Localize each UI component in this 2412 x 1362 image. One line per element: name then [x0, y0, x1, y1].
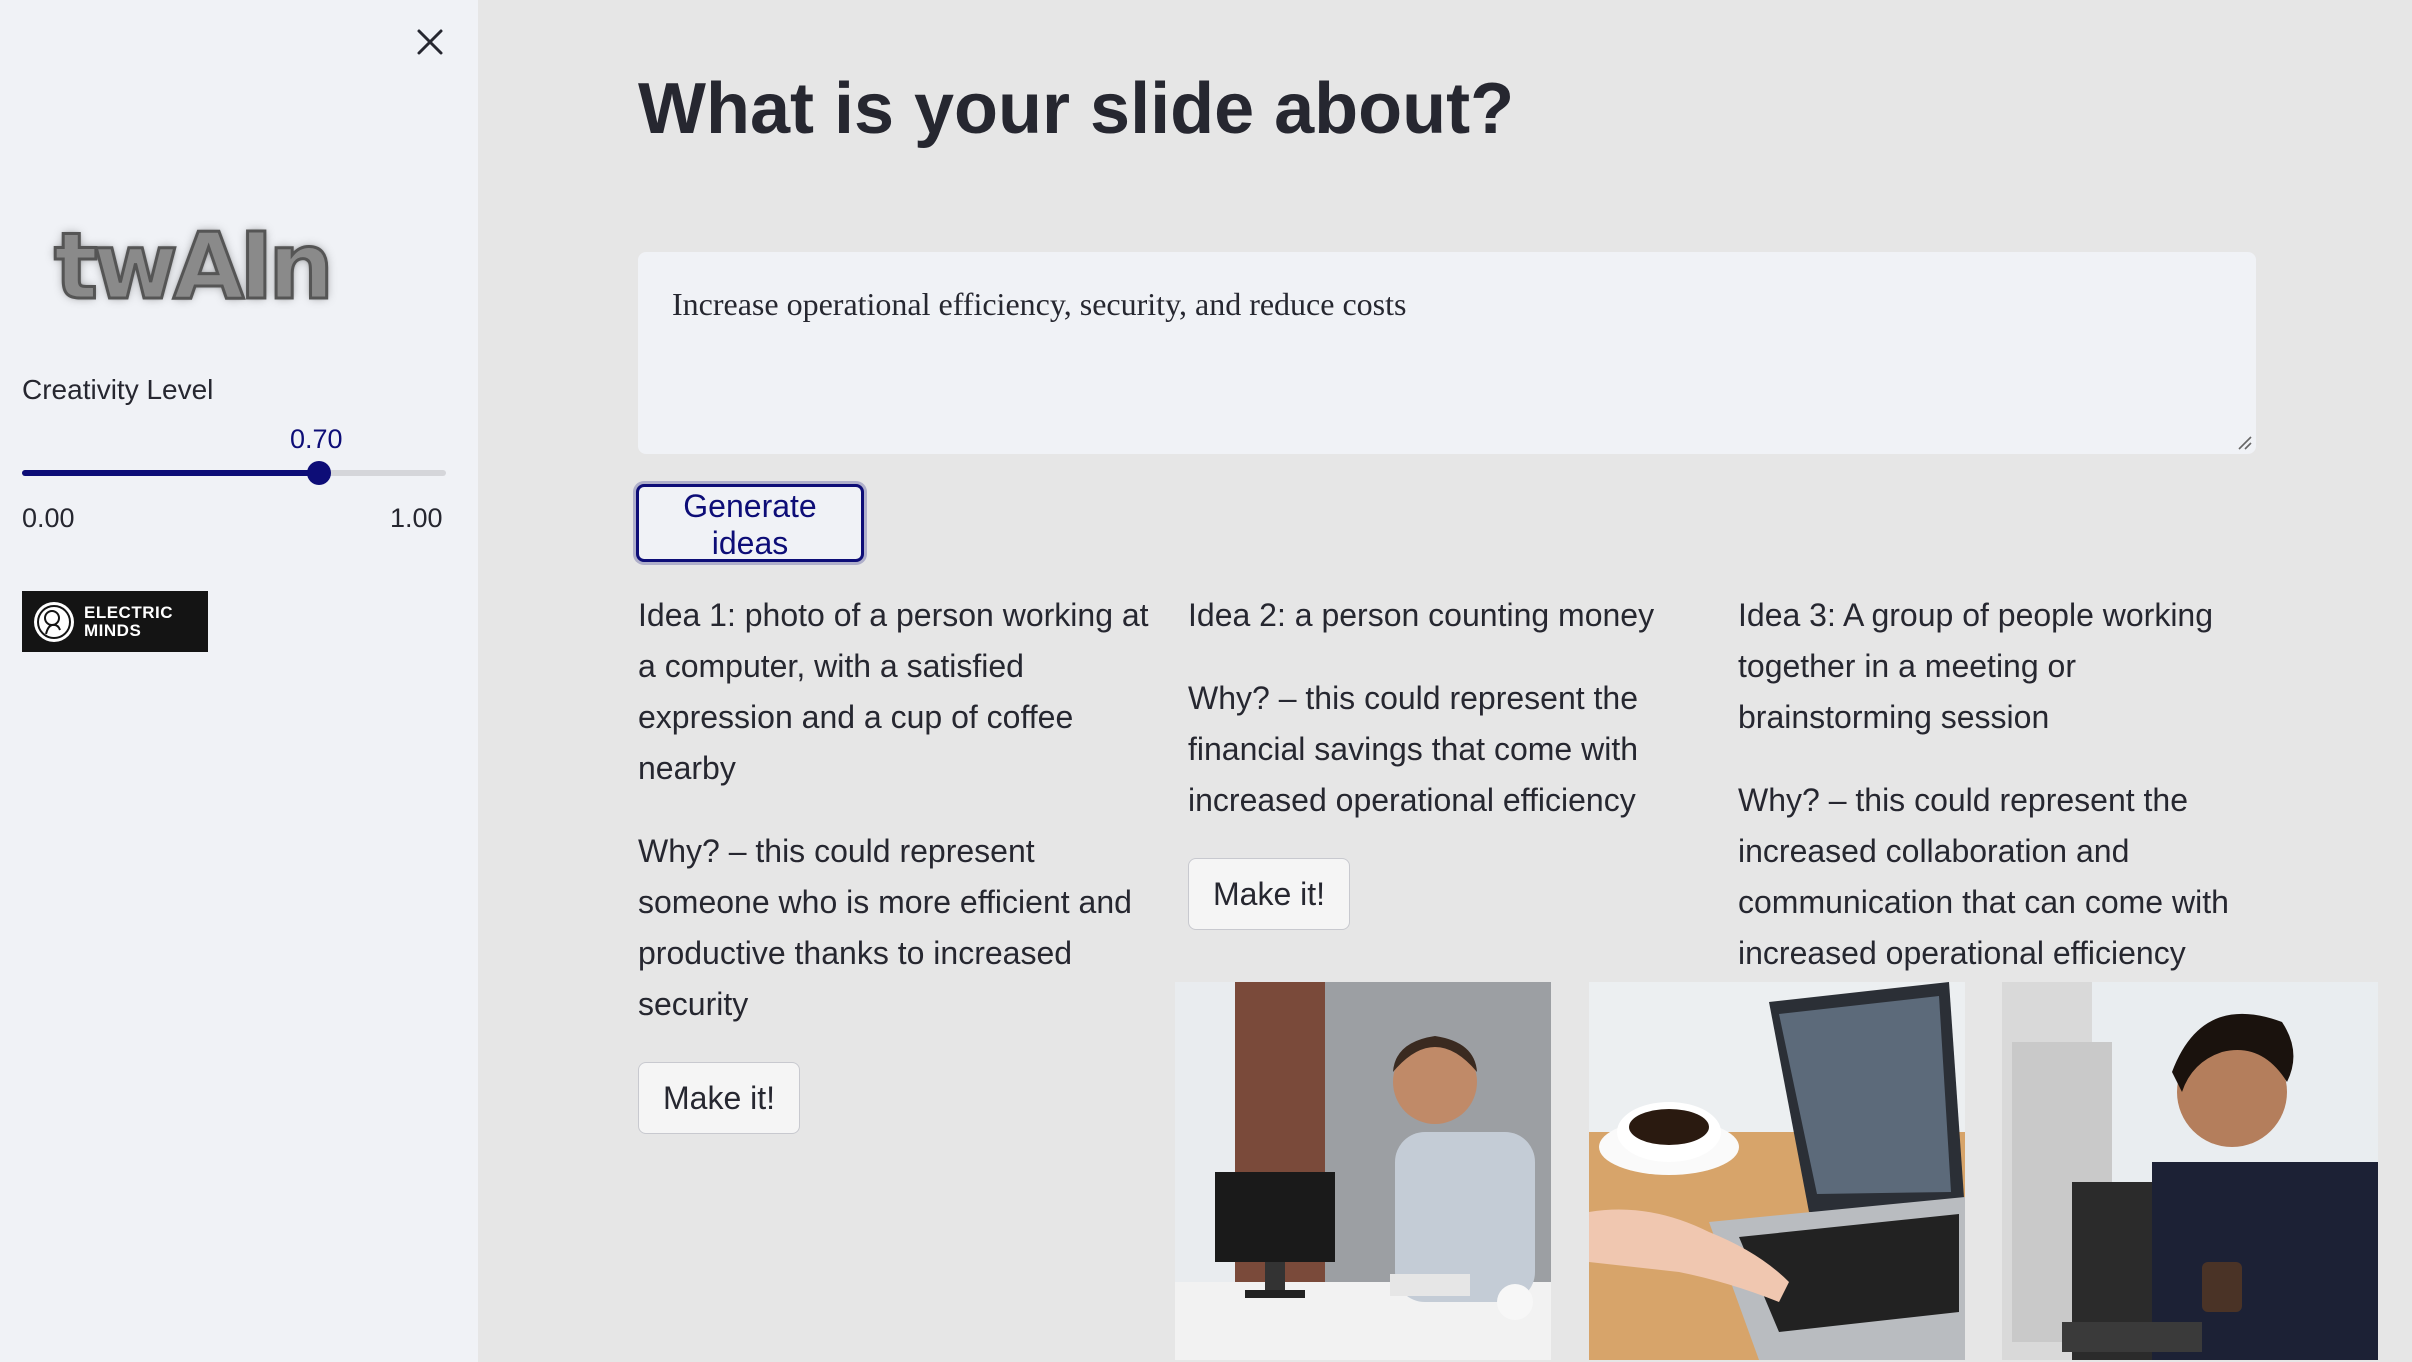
- sidebar: twAIn Creativity Level 0.70 0.00 1.00 EL…: [0, 0, 478, 1362]
- idea-text: Idea 3: A group of people working togeth…: [1738, 597, 2214, 735]
- brand-line-1: ELECTRIC: [84, 602, 173, 622]
- generated-image-1[interactable]: [1175, 982, 1551, 1360]
- generated-image-3[interactable]: [2002, 982, 2378, 1360]
- make-it-button[interactable]: Make it!: [638, 1062, 801, 1134]
- creativity-slider[interactable]: [22, 461, 446, 485]
- close-sidebar-button[interactable]: [406, 18, 454, 66]
- slide-topic-input[interactable]: Increase operational efficiency, securit…: [638, 252, 2256, 454]
- close-icon: [417, 29, 443, 55]
- electric-minds-logo: ELECTRIC MINDS: [22, 591, 208, 652]
- make-it-button[interactable]: Make it!: [1188, 858, 1351, 930]
- slider-fill: [22, 470, 319, 476]
- brain-head-icon: [34, 601, 74, 642]
- generated-image-2[interactable]: [1589, 982, 1965, 1360]
- idea-card-1: Idea 1: photo of a person working at a c…: [638, 590, 1158, 1134]
- idea-card-2: Idea 2: a person counting money Why? – t…: [1188, 590, 1708, 930]
- idea-why-text: Why? – this could represent the financia…: [1188, 680, 1639, 818]
- slider-value: 0.70: [290, 424, 343, 454]
- main-content: What is your slide about? Increase opera…: [478, 0, 2412, 1362]
- idea-text: Idea 1: photo of a person working at a c…: [638, 597, 1149, 786]
- app-logo: twAIn: [53, 212, 336, 322]
- slider-label: Creativity Level: [22, 374, 214, 405]
- slider-max-label: 1.00: [390, 503, 443, 533]
- idea-card-3: Idea 3: A group of people working togeth…: [1738, 590, 2258, 1011]
- idea-why-text: Why? – this could represent someone who …: [638, 833, 1132, 1022]
- idea-text: Idea 2: a person counting money: [1188, 597, 1655, 633]
- brand-line-2: MINDS: [84, 620, 142, 640]
- idea-why-text: Why? – this could represent the increase…: [1738, 782, 2229, 971]
- generate-ideas-button[interactable]: Generate ideas: [636, 484, 864, 562]
- slider-thumb[interactable]: [306, 461, 331, 485]
- page-title: What is your slide about?: [638, 69, 1515, 149]
- resize-grip-icon[interactable]: [2234, 432, 2252, 450]
- slider-min-label: 0.00: [22, 503, 75, 533]
